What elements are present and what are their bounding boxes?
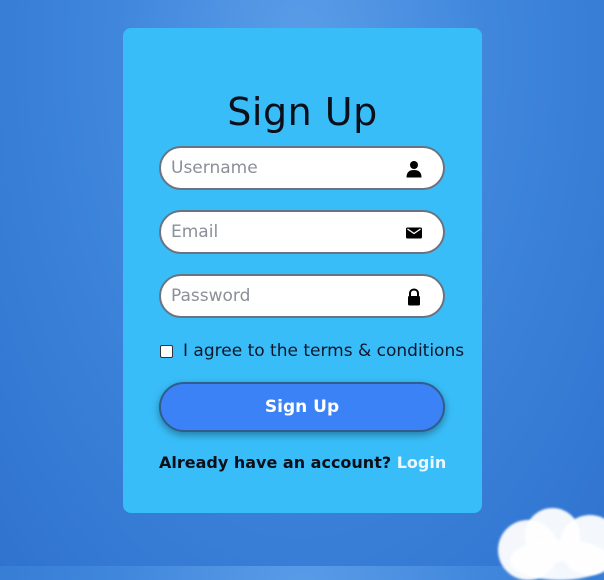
signup-button[interactable]: Sign Up xyxy=(159,382,445,432)
username-field[interactable] xyxy=(159,146,445,190)
username-input[interactable] xyxy=(161,148,391,188)
page-title: Sign Up xyxy=(227,90,378,134)
signup-card: Sign Up I agree to the te xyxy=(123,28,482,513)
password-field[interactable] xyxy=(159,274,445,318)
email-input[interactable] xyxy=(161,212,391,252)
login-link[interactable]: Login xyxy=(397,453,447,472)
password-input[interactable] xyxy=(161,276,391,316)
envelope-icon xyxy=(405,224,423,242)
login-prompt: Already have an account? Login xyxy=(159,453,446,472)
terms-agreement: I agree to the terms & conditions xyxy=(159,340,464,362)
user-icon xyxy=(405,160,423,178)
terms-checkbox[interactable] xyxy=(160,344,173,358)
lock-icon xyxy=(405,288,423,306)
login-prompt-text: Already have an account? xyxy=(159,453,392,472)
email-field[interactable] xyxy=(159,210,445,254)
terms-label: I agree to the terms & conditions xyxy=(183,341,465,361)
